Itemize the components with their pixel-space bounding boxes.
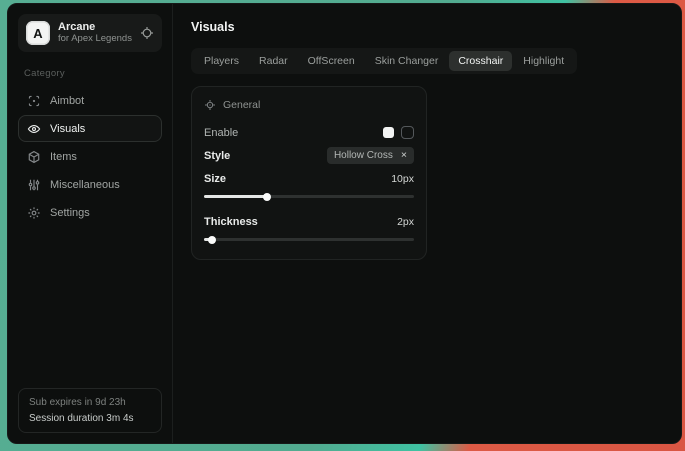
- thickness-row: Thickness 2px: [204, 210, 414, 233]
- remove-style-icon[interactable]: ×: [401, 150, 407, 161]
- size-row: Size 10px: [204, 167, 414, 190]
- enable-label: Enable: [204, 127, 238, 139]
- scope-icon[interactable]: [140, 26, 154, 40]
- tab-players[interactable]: Players: [195, 51, 248, 71]
- eye-icon: [27, 122, 41, 136]
- tab-radar[interactable]: Radar: [250, 51, 297, 71]
- main-content: Visuals Players Radar OffScreen Skin Cha…: [173, 4, 681, 443]
- tab-offscreen[interactable]: OffScreen: [299, 51, 364, 71]
- sliders-icon: [27, 178, 41, 192]
- app-logo: A: [26, 21, 50, 45]
- thickness-label: Thickness: [204, 216, 258, 228]
- app-window: A Arcane for Apex Legends Category: [7, 3, 682, 444]
- size-slider[interactable]: [204, 195, 414, 198]
- panel-header: General: [204, 99, 414, 111]
- sidebar-item-visuals[interactable]: Visuals: [18, 115, 162, 142]
- subscription-info: Sub expires in 9d 23h Session duration 3…: [18, 388, 162, 433]
- style-label: Style: [204, 150, 230, 162]
- enable-row: Enable: [204, 121, 414, 144]
- sidebar-item-label: Miscellaneous: [50, 179, 120, 191]
- gear-icon: [27, 206, 41, 220]
- visuals-tabbar: Players Radar OffScreen Skin Changer Cro…: [191, 48, 577, 74]
- sidebar-nav: Aimbot Visuals: [8, 87, 172, 226]
- scan-target-icon: [27, 94, 41, 108]
- sidebar-item-label: Visuals: [50, 123, 85, 135]
- enable-checkbox[interactable]: [401, 126, 414, 139]
- size-slider-thumb[interactable]: [263, 193, 271, 201]
- sub-expiry-text: Sub expires in 9d 23h: [29, 397, 151, 408]
- sidebar-item-aimbot[interactable]: Aimbot: [18, 87, 162, 114]
- sidebar-item-label: Items: [50, 151, 77, 163]
- thickness-slider[interactable]: [204, 238, 414, 241]
- style-value: Hollow Cross: [334, 150, 393, 161]
- sidebar-item-label: Settings: [50, 207, 90, 219]
- brand-subtitle: for Apex Legends: [58, 34, 132, 45]
- panel-title: General: [223, 99, 260, 111]
- backdrop: A Arcane for Apex Legends Category: [0, 0, 685, 451]
- brand-card: A Arcane for Apex Legends: [18, 14, 162, 52]
- tab-skin-changer[interactable]: Skin Changer: [366, 51, 448, 71]
- style-row: Style Hollow Cross ×: [204, 144, 414, 167]
- thickness-value: 2px: [397, 216, 414, 228]
- brand-title: Arcane: [58, 21, 132, 34]
- sidebar-item-settings[interactable]: Settings: [18, 199, 162, 226]
- brand-text: Arcane for Apex Legends: [58, 21, 132, 46]
- category-label: Category: [24, 68, 156, 79]
- size-slider-fill: [204, 195, 267, 198]
- thickness-slider-thumb[interactable]: [208, 236, 216, 244]
- box-icon: [27, 150, 41, 164]
- size-value: 10px: [391, 173, 414, 185]
- sidebar-item-miscellaneous[interactable]: Miscellaneous: [18, 171, 162, 198]
- tab-crosshair[interactable]: Crosshair: [449, 51, 512, 71]
- crosshair-icon: [204, 99, 216, 111]
- page-title: Visuals: [191, 20, 681, 34]
- sidebar-item-label: Aimbot: [50, 95, 84, 107]
- style-value-tag[interactable]: Hollow Cross ×: [327, 147, 414, 164]
- sidebar-item-items[interactable]: Items: [18, 143, 162, 170]
- tab-highlight[interactable]: Highlight: [514, 51, 573, 71]
- general-panel: General Enable Style Hollow Cross ×: [191, 86, 427, 260]
- session-duration-text: Session duration 3m 4s: [29, 413, 151, 424]
- color-swatch[interactable]: [383, 127, 394, 138]
- size-label: Size: [204, 173, 226, 185]
- sidebar: A Arcane for Apex Legends Category: [8, 4, 173, 443]
